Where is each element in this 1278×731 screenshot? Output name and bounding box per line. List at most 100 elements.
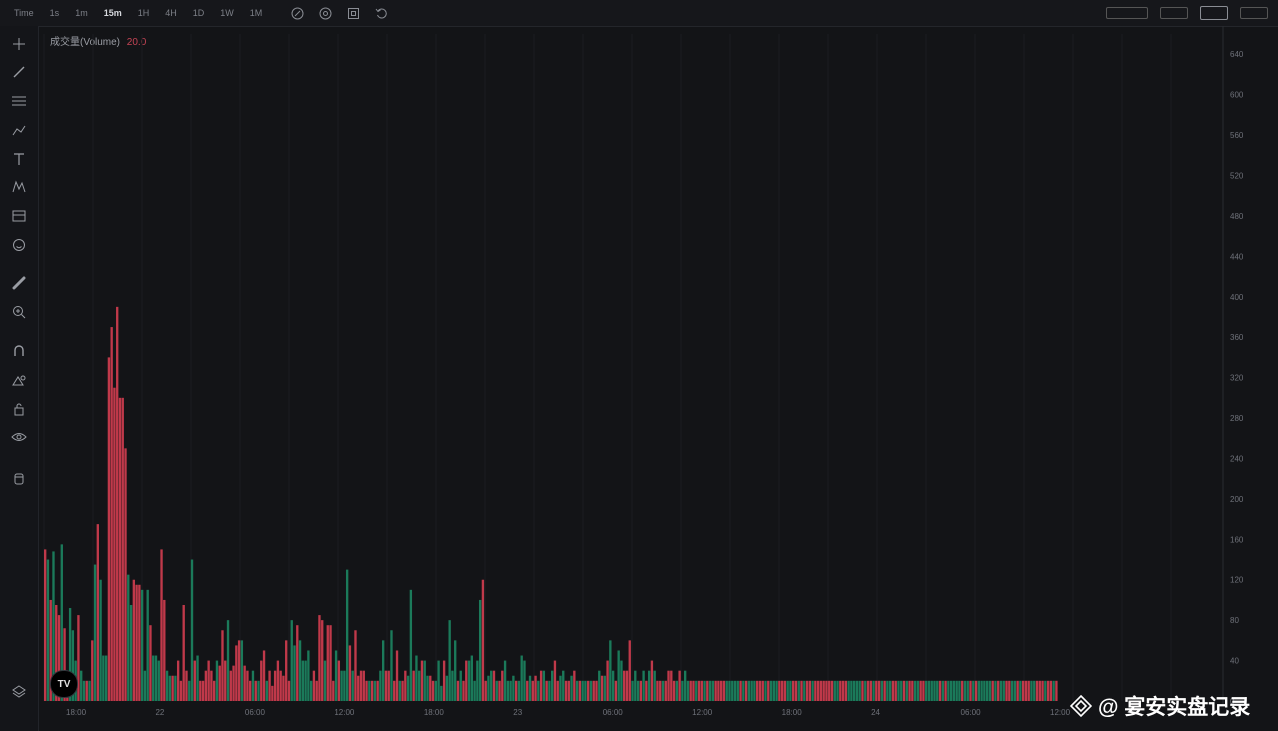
volume-bar [229, 670, 232, 701]
volume-bar [332, 680, 335, 701]
volume-bar [343, 670, 346, 701]
timeframe-1m[interactable]: 1M [242, 8, 271, 18]
y-tick-label: 320 [1230, 374, 1244, 383]
tradingview-logo[interactable]: TV [50, 670, 78, 698]
timeframe-1s[interactable]: 1s [42, 8, 68, 18]
volume-bar [382, 640, 385, 701]
volume-bar [102, 655, 105, 701]
ruler-icon[interactable] [10, 274, 28, 292]
timeframe-1w[interactable]: 1W [212, 8, 242, 18]
volume-bar [797, 680, 800, 701]
volume-bar [631, 680, 634, 701]
menu-icon[interactable] [1240, 7, 1268, 19]
volume-bar [999, 680, 1003, 701]
volume-bar [548, 680, 551, 701]
volume-bar [154, 655, 158, 701]
emoji-icon[interactable] [10, 236, 28, 254]
trash-icon[interactable] [10, 469, 28, 487]
layout-icon[interactable] [1160, 7, 1188, 19]
volume-bar [805, 680, 809, 701]
layers-icon[interactable] [10, 682, 28, 700]
watermark-text: @ 宴安实盘记录 [1098, 696, 1251, 719]
volume-bar [484, 680, 487, 701]
volume-bar [221, 630, 224, 701]
volume-bar [1030, 680, 1033, 701]
volume-bar [1049, 680, 1053, 701]
volume-bar [237, 640, 241, 701]
indicator-icon[interactable] [290, 6, 304, 20]
volume-bar [315, 680, 318, 701]
timeframe-1d[interactable]: 1D [185, 8, 213, 18]
volume-bar [390, 630, 393, 701]
volume-bar [176, 660, 180, 701]
volume-bar [966, 680, 969, 701]
volume-bar [575, 680, 579, 701]
fullscreen-icon[interactable] [346, 6, 360, 20]
volume-bar [697, 680, 701, 701]
volume-bar [481, 579, 485, 701]
volume-bar [902, 680, 906, 701]
y-tick-label: 520 [1230, 171, 1244, 180]
volume-bar [365, 680, 368, 701]
trend-line-icon[interactable] [10, 63, 28, 81]
volume-bar [559, 675, 562, 701]
timeframe-1m[interactable]: 1m [67, 8, 96, 18]
unlock-icon[interactable] [10, 400, 28, 418]
volume-bar [692, 680, 695, 701]
volume-bar [160, 549, 163, 701]
magnet-icon[interactable] [10, 342, 28, 360]
volume-bar [598, 670, 601, 701]
volume-chart[interactable]: 0408012016020024028032036040044048052056… [38, 26, 1278, 731]
volume-bar [672, 680, 676, 701]
volume-bar [808, 680, 812, 701]
volume-bar [140, 589, 144, 701]
volume-bar [520, 655, 523, 701]
watermark: @ 宴安实盘记录 [1070, 690, 1250, 722]
crosshair-icon[interactable] [10, 35, 28, 53]
tools-icon[interactable] [1200, 6, 1228, 20]
volume-bar [645, 680, 648, 701]
volume-bar [778, 680, 781, 701]
volume-bar [304, 660, 307, 701]
timeframe-time[interactable]: Time [6, 8, 42, 18]
lock-drawing-icon[interactable] [10, 371, 28, 389]
volume-bar [972, 680, 975, 701]
timeframe-15m[interactable]: 15m [96, 8, 130, 18]
volume-bar [118, 397, 122, 701]
volume-bar [182, 604, 185, 701]
undo-icon[interactable] [374, 6, 388, 20]
volume-bar [647, 670, 651, 701]
volume-bar [512, 675, 515, 701]
x-tick-label: 06:00 [245, 708, 266, 717]
pattern-icon[interactable] [10, 178, 28, 196]
timeframe-4h[interactable]: 4H [157, 8, 185, 18]
timeframe-1h[interactable]: 1H [130, 8, 158, 18]
volume-bar [988, 680, 992, 701]
horizontal-lines-icon[interactable] [10, 92, 28, 110]
volume-bar [925, 680, 928, 701]
volume-bar [312, 670, 316, 701]
text-icon[interactable] [10, 150, 28, 168]
volume-bar [551, 670, 554, 701]
exchange-icon[interactable] [1106, 7, 1148, 19]
volume-bar [836, 680, 839, 701]
volume-bar [769, 680, 773, 701]
y-tick-label: 600 [1230, 91, 1244, 100]
zoom-icon[interactable] [10, 303, 28, 321]
eye-icon[interactable] [10, 428, 28, 446]
volume-bar [348, 645, 352, 701]
volume-bar [595, 680, 598, 701]
x-tick-label: 12:00 [334, 708, 355, 717]
volume-bar [514, 680, 518, 701]
volume-bar [686, 680, 690, 701]
volume-bar [1008, 680, 1011, 701]
volume-bar [91, 640, 94, 701]
volume-bar [611, 670, 615, 701]
settings-icon[interactable] [318, 6, 332, 20]
measure-icon[interactable] [10, 207, 28, 225]
volume-bar [822, 680, 825, 701]
volume-bar [282, 675, 285, 701]
y-tick-label: 560 [1230, 131, 1244, 140]
brush-icon[interactable] [10, 121, 28, 139]
volume-bar [465, 660, 468, 701]
